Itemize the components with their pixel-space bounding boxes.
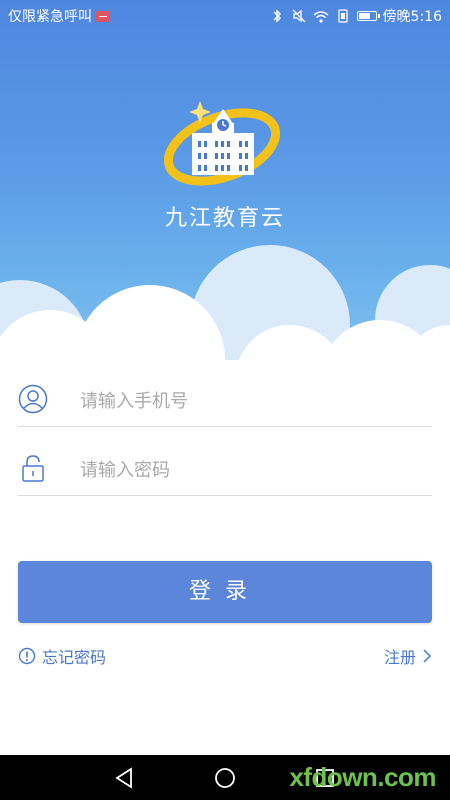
wifi-icon bbox=[313, 8, 329, 24]
register-link[interactable]: 注册 bbox=[384, 644, 432, 668]
exclamation-circle-icon bbox=[18, 647, 36, 665]
forgot-password-label: 忘记密码 bbox=[42, 648, 107, 667]
user-icon bbox=[18, 384, 48, 414]
battery-icon bbox=[356, 11, 380, 21]
status-bar: 仅限紧急呼叫 傍晚5:16 bbox=[0, 0, 450, 30]
home-icon[interactable] bbox=[212, 765, 238, 791]
app-logo-icon bbox=[163, 101, 280, 186]
data-icon bbox=[335, 8, 351, 24]
login-button[interactable]: 登录 bbox=[18, 561, 432, 623]
app-title: 九江教育云 bbox=[164, 206, 285, 231]
phone-placeholder: 请输入手机号 bbox=[80, 391, 188, 412]
password-placeholder: 请输入密码 bbox=[80, 460, 170, 481]
status-time: 傍晚5:16 bbox=[382, 9, 442, 25]
carrier-text: 仅限紧急呼叫 bbox=[8, 9, 92, 25]
lock-icon bbox=[22, 455, 44, 482]
hero-background: 九江教育云 bbox=[0, 0, 450, 360]
register-label: 注册 bbox=[383, 648, 416, 667]
forgot-password-link[interactable]: 忘记密码 bbox=[18, 644, 106, 668]
password-input[interactable]: 请输入密码 bbox=[18, 443, 432, 496]
chevron-right-icon bbox=[423, 649, 432, 663]
bluetooth-icon bbox=[269, 8, 285, 24]
mute-icon bbox=[291, 8, 307, 24]
sim-alert-icon bbox=[96, 10, 110, 22]
phone-input[interactable]: 请输入手机号 bbox=[18, 374, 432, 427]
back-icon[interactable] bbox=[112, 765, 138, 791]
clouds-decoration bbox=[0, 245, 450, 360]
watermark-text: xfdown.com bbox=[289, 762, 436, 792]
